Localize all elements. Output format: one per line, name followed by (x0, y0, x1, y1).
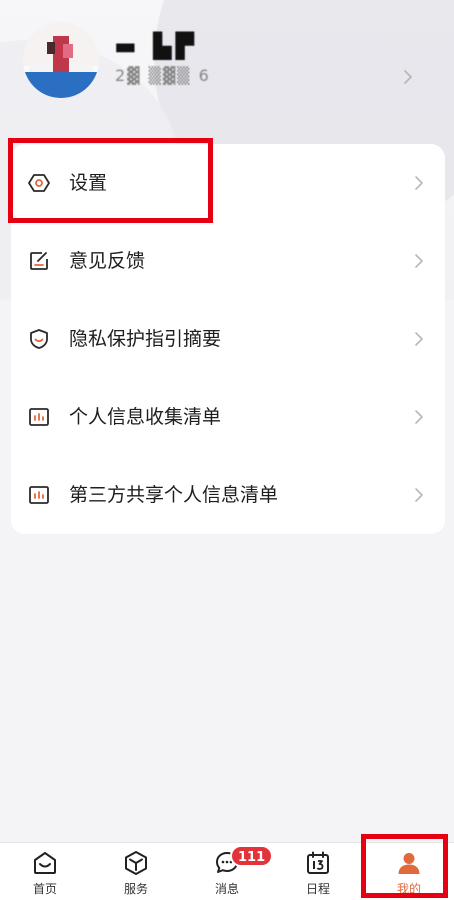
home-smile-icon (34, 852, 56, 874)
user-name: ▬ ▙▛ (114, 32, 198, 60)
tab-label: 日程 (305, 882, 330, 896)
bar-chart-icon (29, 408, 49, 426)
tab-schedule[interactable]: 日程 (273, 843, 363, 900)
highlight-box-mine-tab (361, 834, 448, 898)
menu-item-third-party[interactable]: 第三方共享个人信息清单 (11, 456, 445, 534)
edit-note-icon (30, 252, 48, 270)
bar-chart-icon (29, 486, 49, 504)
tab-label: 消息 (214, 882, 239, 896)
calendar-13-icon (307, 851, 329, 874)
chevron-right-icon (415, 410, 423, 424)
tab-messages[interactable]: 111 消息 (182, 843, 274, 900)
menu-item-label: 隐私保护指引摘要 (69, 328, 222, 350)
avatar[interactable] (23, 22, 99, 98)
cube-icon (125, 851, 147, 875)
unread-badge: 111 (230, 845, 274, 867)
chevron-right-icon (415, 176, 423, 190)
chevron-right-icon[interactable] (398, 66, 418, 88)
menu-item-feedback[interactable]: 意见反馈 (11, 222, 445, 300)
menu-item-personal-info[interactable]: 个人信息收集清单 (11, 378, 445, 456)
chevron-right-icon (415, 254, 423, 268)
tab-label: 首页 (32, 882, 57, 896)
menu-item-privacy[interactable]: 隐私保护指引摘要 (11, 300, 445, 378)
chevron-right-icon (415, 488, 423, 502)
highlight-box-settings (8, 138, 213, 223)
menu-item-label: 意见反馈 (69, 250, 146, 272)
menu-item-label: 第三方共享个人信息清单 (69, 484, 279, 506)
chevron-right-icon (415, 332, 423, 346)
tab-home[interactable]: 首页 (0, 843, 90, 900)
shield-icon (30, 329, 48, 349)
tab-services[interactable]: 服务 (91, 843, 181, 900)
profile-header[interactable]: ▬ ▙▛ 2▓ ▒▓▒ 6 (0, 0, 454, 140)
tab-label: 服务 (123, 882, 148, 896)
menu-item-label: 个人信息收集清单 (69, 406, 222, 428)
user-id: 2▓ ▒▓▒ 6 (115, 66, 211, 85)
